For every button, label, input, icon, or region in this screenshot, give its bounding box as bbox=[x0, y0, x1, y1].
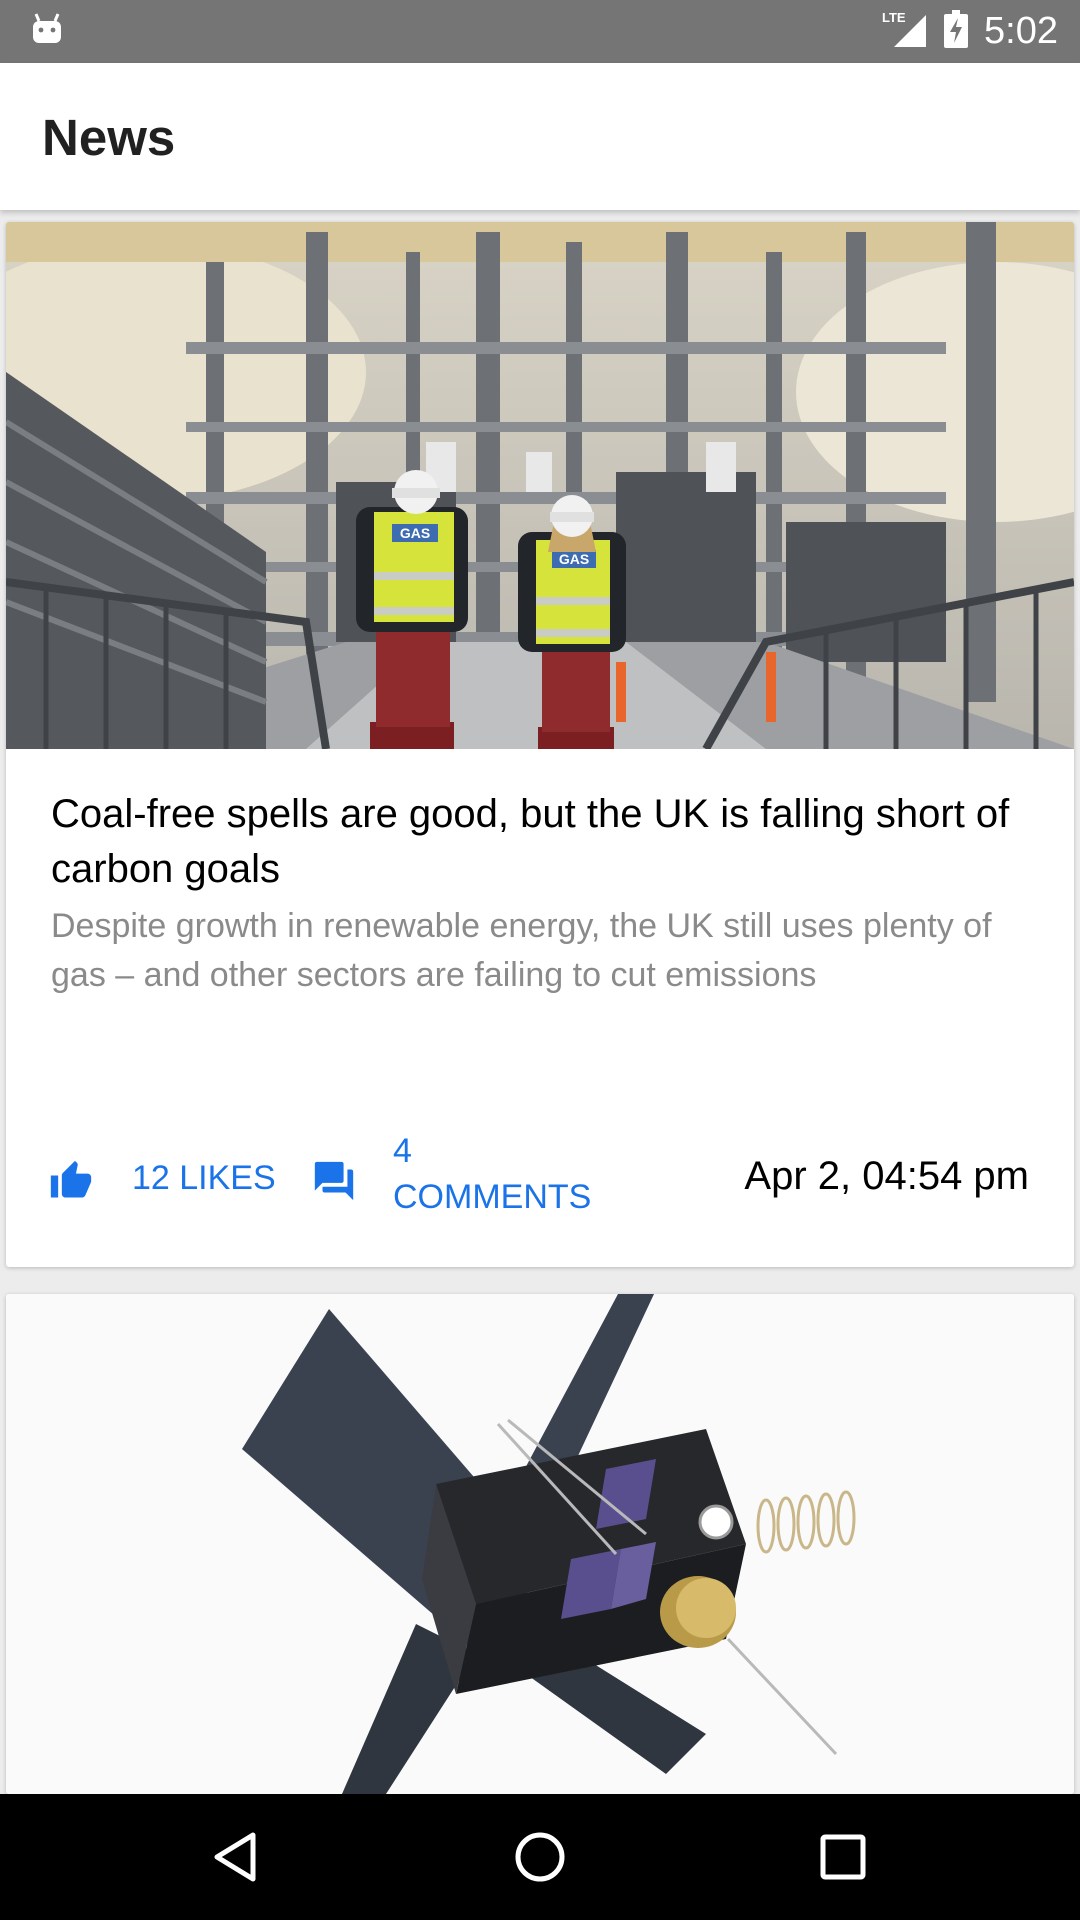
network-label: LTE bbox=[882, 10, 906, 25]
battery-charging-icon bbox=[944, 10, 969, 53]
article-card[interactable]: GAS GAS Coal-free spells are good, but t… bbox=[6, 222, 1074, 1267]
satellite-image[interactable] bbox=[6, 1294, 1074, 1794]
article-card[interactable] bbox=[6, 1294, 1074, 1794]
status-time: 5:02 bbox=[984, 10, 1058, 52]
vest-label: GAS bbox=[559, 551, 589, 567]
back-icon[interactable] bbox=[207, 1827, 267, 1887]
likes-button[interactable]: 12 LIKES bbox=[132, 1159, 276, 1198]
recents-icon[interactable] bbox=[813, 1827, 873, 1887]
home-icon[interactable] bbox=[510, 1827, 570, 1887]
navigation-bar bbox=[0, 1794, 1080, 1920]
comments-count[interactable]: 4 bbox=[393, 1132, 412, 1171]
article-description: Despite growth in renewable energy, the … bbox=[51, 907, 992, 994]
refinery-workers-image[interactable]: GAS GAS bbox=[6, 222, 1074, 751]
android-notification-icon bbox=[30, 12, 64, 51]
vest-label: GAS bbox=[400, 525, 430, 541]
app-bar: News bbox=[0, 63, 1080, 210]
comments-button[interactable]: COMMENTS bbox=[393, 1178, 591, 1217]
post-date: Apr 2, 04:54 pm bbox=[744, 1154, 1029, 1198]
thumbs-up-icon[interactable] bbox=[49, 1159, 93, 1203]
page-title: News bbox=[42, 109, 176, 166]
signal-icon: LTE bbox=[882, 9, 928, 54]
article-title[interactable]: Coal-free spells are good, but the UK is… bbox=[51, 787, 1031, 897]
article-actions: 12 LIKES 4 COMMENTS Apr 2, 04:54 pm bbox=[6, 1132, 1074, 1232]
status-bar: LTE 5:02 bbox=[0, 0, 1080, 63]
comment-icon[interactable] bbox=[311, 1158, 357, 1204]
